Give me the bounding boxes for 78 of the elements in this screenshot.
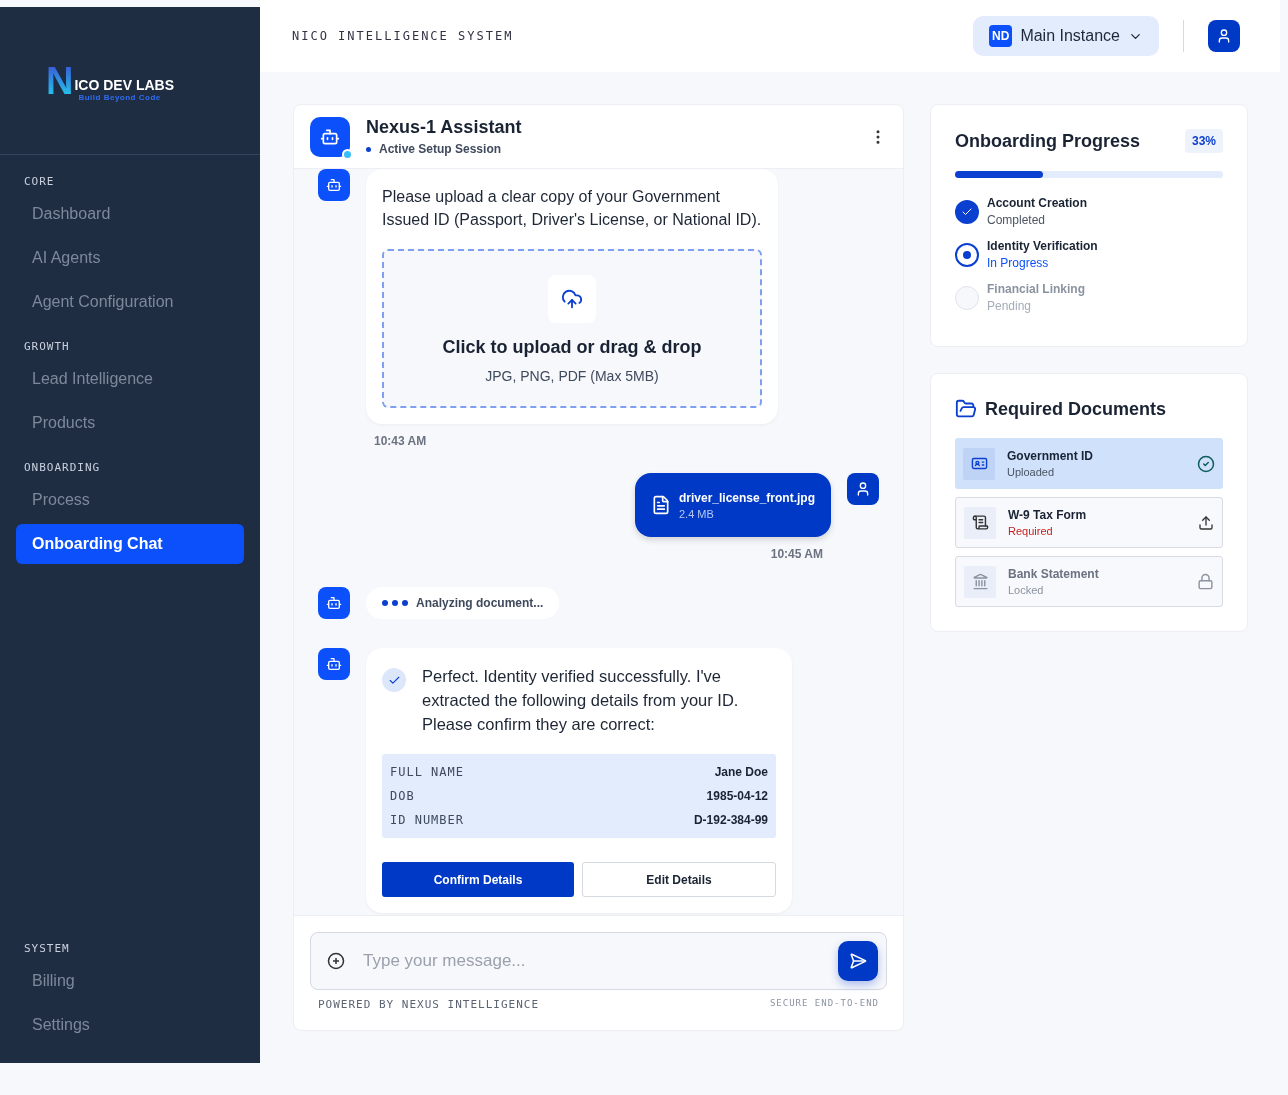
upload-dropzone[interactable]: Click to upload or drag & drop JPG, PNG, PDF (Max 5MB) <box>382 249 762 408</box>
section-title: SYSTEM <box>23 941 71 957</box>
document-status: Required <box>1008 525 1054 537</box>
field-label: FULL NAME <box>390 765 465 779</box>
nav-item[interactable]: Settings <box>16 1005 244 1045</box>
field-value: D-192-384-99 <box>693 813 768 827</box>
lock-icon <box>1197 573 1214 590</box>
typing-text: Analyzing document... <box>416 596 544 610</box>
security-note: SECURE END-TO-END <box>769 998 879 1010</box>
step-title: Financial Linking <box>987 282 1085 296</box>
field-label: DOB <box>390 789 415 803</box>
section-title: GROWTH <box>23 339 71 355</box>
field-value: Jane Doe <box>714 765 768 779</box>
upload-icon[interactable] <box>1198 514 1214 531</box>
nav-item[interactable]: Agent Configuration <box>16 282 244 322</box>
field-value: 1985-04-12 <box>706 789 768 803</box>
chat-title: Nexus-1 Assistant <box>366 117 523 138</box>
nav-item[interactable]: Lead Intelligence <box>16 359 244 399</box>
card-title: Required Documents <box>985 398 1167 420</box>
typing-dots-icon <box>382 600 408 606</box>
file-attachment[interactable]: driver_license_front.jpg 2.4 MB <box>634 473 831 537</box>
folder-icon <box>955 398 977 420</box>
cloud-upload-icon <box>548 275 596 323</box>
message-input[interactable]: Type your message... <box>361 950 822 972</box>
message-composer[interactable]: Type your message... <box>310 932 887 990</box>
robot-icon <box>310 116 350 157</box>
instance-badge: ND <box>989 25 1013 47</box>
send-button[interactable] <box>838 941 878 981</box>
file-name: driver_license_front.jpg <box>678 490 815 505</box>
nav-item[interactable]: Onboarding Chat <box>16 524 244 564</box>
document-name: W-9 Tax Form <box>1008 508 1088 522</box>
instance-dropdown[interactable]: ND Main Instance <box>973 16 1159 56</box>
field-label: ID NUMBER <box>390 813 465 827</box>
session-status: Active Setup Session <box>366 142 853 156</box>
document-status: Locked <box>1008 584 1045 596</box>
message-time: 10:43 AM <box>374 434 428 448</box>
user-icon <box>1216 28 1232 44</box>
nav-item[interactable]: Process <box>16 480 244 520</box>
footer-text: POWERED BY NEXUS INTELLIGENCE <box>318 998 540 1011</box>
document-item[interactable]: Government ID Uploaded <box>955 438 1223 489</box>
document-status: Uploaded <box>1007 466 1056 478</box>
document-type-icon <box>963 447 995 480</box>
section-title: ONBOARDING <box>23 460 102 476</box>
step-title: Account Creation <box>987 196 1087 210</box>
add-icon[interactable] <box>327 952 345 970</box>
document-name: Government ID <box>1007 449 1094 463</box>
section-title: CORE <box>23 174 56 190</box>
step-title: Identity Verification <box>987 239 1098 253</box>
nav-item[interactable]: AI Agents <box>16 238 244 278</box>
user-avatar-icon <box>847 473 879 505</box>
step-status: Completed <box>987 213 1047 227</box>
edit-button[interactable]: Edit Details <box>582 862 776 897</box>
nav-item[interactable]: Billing <box>16 961 244 1001</box>
document-item[interactable]: Bank Statement Locked <box>955 556 1223 607</box>
document-item[interactable]: W-9 Tax Form Required <box>955 497 1223 548</box>
message-text: Please upload a clear copy of your Government Issued ID (Passport, Driver's License, or National ID). <box>382 187 762 230</box>
send-icon <box>849 952 867 970</box>
check-circle-icon <box>1197 454 1215 473</box>
profile-button[interactable] <box>1208 20 1240 52</box>
document-type-icon <box>964 565 996 598</box>
document-type-icon <box>964 506 996 539</box>
message-time: 10:45 AM <box>769 547 823 561</box>
nav-item[interactable]: Products <box>16 403 244 443</box>
step-status: In Progress <box>987 256 1050 270</box>
confirm-button[interactable]: Confirm Details <box>382 862 574 897</box>
step-status: Pending <box>987 299 1033 313</box>
document-name: Bank Statement <box>1008 567 1100 581</box>
progress-percent: 33% <box>1184 129 1223 153</box>
robot-icon <box>318 587 350 619</box>
app-title: NICO INTELLIGENCE SYSTEM <box>292 29 515 43</box>
robot-icon <box>318 648 350 680</box>
message-text: Perfect. Identity verified successfully. I've extracted the following details from your ID. Please confirm they are correct: <box>422 666 740 735</box>
file-size: 2.4 MB <box>678 507 715 520</box>
nav-item[interactable]: Dashboard <box>16 194 244 234</box>
check-icon <box>382 668 406 692</box>
card-title: Onboarding Progress <box>955 130 1141 152</box>
dropzone-hint: JPG, PNG, PDF (Max 5MB) <box>485 368 659 384</box>
dropzone-title: Click to upload or drag & drop <box>442 337 702 358</box>
